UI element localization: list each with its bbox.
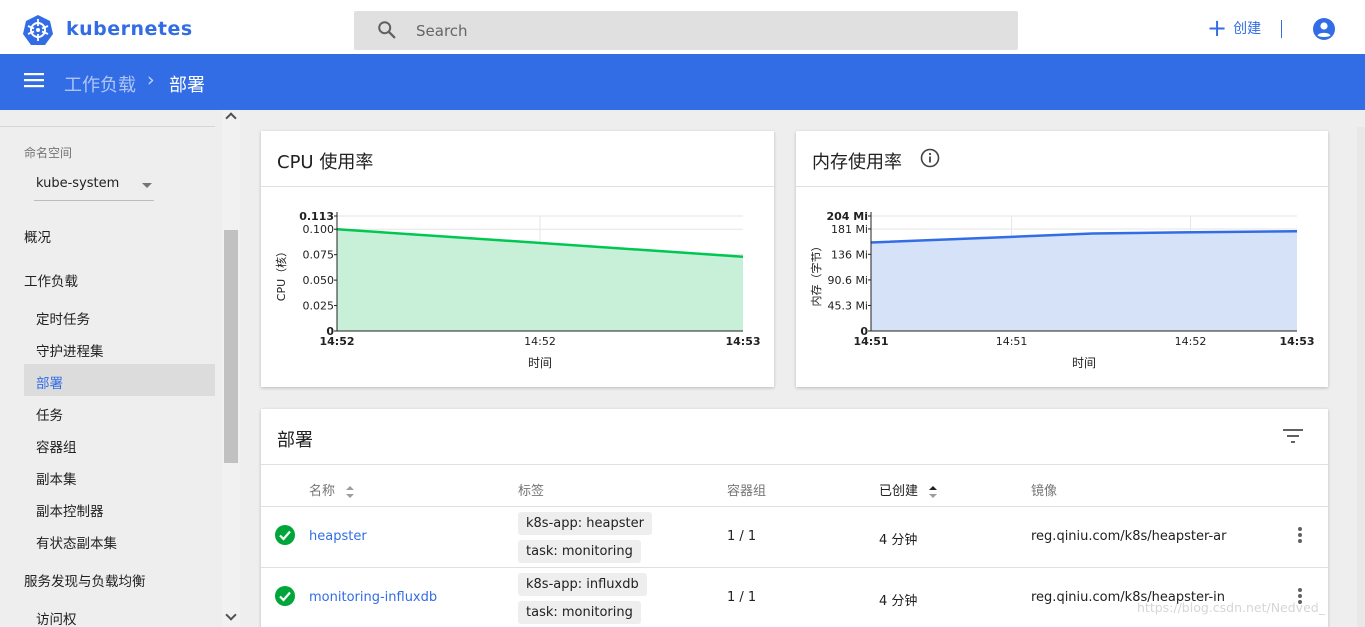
y-tick-label: 0.075 bbox=[303, 249, 335, 262]
x-tick-label: 14:53 bbox=[1279, 335, 1314, 348]
brand-name[interactable]: kubernetes bbox=[66, 18, 193, 40]
column-header-created[interactable]: 已创建 bbox=[879, 480, 938, 499]
sidebar-item-discovery[interactable]: 服务发现与负载均衡 bbox=[24, 570, 146, 590]
deployment-name-link[interactable]: heapster bbox=[309, 529, 367, 544]
filter-icon[interactable] bbox=[1283, 428, 1303, 444]
created-age: 4 分钟 bbox=[879, 533, 918, 548]
breadcrumb-workloads[interactable]: 工作负载 bbox=[64, 71, 136, 97]
sort-icon bbox=[346, 485, 355, 498]
y-tick-label: 181 Mi bbox=[831, 223, 868, 236]
label-chip: task: monitoring bbox=[518, 540, 641, 563]
label-chip: task: monitoring bbox=[518, 601, 641, 624]
sort-icon bbox=[929, 485, 938, 498]
x-axis-label: 时间 bbox=[528, 356, 552, 370]
namespace-label: 命名空间 bbox=[24, 146, 73, 160]
memory-usage-card: 内存使用率 0 45.3 Mi 90.6 Mi 136 Mi 181 Mi 204 Mi 1… bbox=[796, 131, 1328, 387]
sidebar: 命名空间 kube-system 概况 工作负载 定时任务 守护进程集 部署 任… bbox=[0, 110, 222, 627]
scroll-down-icon[interactable] bbox=[225, 609, 237, 621]
cpu-usage-card: CPU 使用率 0 0.025 0.050 0.075 0.100 0.113 14:52 1… bbox=[261, 131, 774, 387]
search-icon bbox=[378, 21, 396, 39]
divider bbox=[0, 126, 215, 127]
sidebar-item-replication-controllers[interactable]: 副本控制器 bbox=[36, 500, 104, 520]
column-header-name[interactable]: 名称 bbox=[309, 480, 355, 499]
header-bar: 工作负载 › 部署 bbox=[0, 54, 1365, 110]
sidebar-item-replicasets[interactable]: 副本集 bbox=[36, 468, 77, 488]
search-bar[interactable] bbox=[354, 11, 1018, 50]
card-title: CPU 使用率 bbox=[277, 152, 374, 173]
column-header-images: 镜像 bbox=[1031, 484, 1058, 499]
label-chip: k8s-app: heapster bbox=[518, 512, 652, 535]
pods-count: 1 / 1 bbox=[727, 590, 757, 605]
sidebar-scrollbar[interactable] bbox=[222, 110, 240, 627]
sidebar-item-access[interactable]: 访问权 bbox=[36, 608, 77, 627]
scroll-up-icon[interactable] bbox=[225, 112, 237, 124]
sidebar-item-deployments[interactable]: 部署 bbox=[36, 372, 63, 392]
y-axis-label: 内存（字节） bbox=[809, 241, 823, 307]
x-tick-label: 14:52 bbox=[1175, 335, 1207, 348]
divider bbox=[261, 567, 1328, 568]
watermark: https://blog.csdn.net/Nedved_ bbox=[1137, 600, 1325, 615]
check-circle-icon bbox=[275, 525, 295, 545]
divider bbox=[261, 506, 1328, 507]
pods-count: 1 / 1 bbox=[727, 529, 757, 544]
divider bbox=[261, 464, 1328, 465]
page-scrollbar[interactable] bbox=[1357, 127, 1365, 627]
plus-icon: + bbox=[1207, 14, 1228, 42]
y-tick-label: 136 Mi bbox=[831, 248, 868, 261]
y-tick-label: 0.100 bbox=[303, 223, 335, 236]
chevron-right-icon: › bbox=[147, 69, 155, 91]
menu-icon[interactable] bbox=[24, 72, 44, 88]
y-axis-label: CPU（核） bbox=[274, 246, 288, 301]
x-tick-label: 14:51 bbox=[996, 335, 1028, 348]
column-header-pods: 容器组 bbox=[727, 484, 767, 499]
area-fill bbox=[871, 231, 1297, 331]
sidebar-item-statefulsets[interactable]: 有状态副本集 bbox=[36, 532, 117, 552]
x-tick-label: 14:52 bbox=[319, 335, 354, 348]
created-age: 4 分钟 bbox=[879, 594, 918, 609]
deployment-name-link[interactable]: monitoring-influxdb bbox=[309, 590, 437, 605]
search-input[interactable] bbox=[416, 11, 996, 50]
create-button[interactable]: + 创建 bbox=[1207, 14, 1261, 42]
page-title: 部署 bbox=[169, 75, 205, 96]
y-tick-label: 0.113 bbox=[299, 210, 334, 223]
x-tick-label: 14:53 bbox=[725, 335, 760, 348]
y-tick-label: 45.3 Mi bbox=[827, 299, 868, 312]
y-tick-label: 0.050 bbox=[303, 274, 335, 287]
more-vert-icon[interactable] bbox=[1297, 527, 1303, 545]
create-label: 创建 bbox=[1233, 21, 1262, 37]
caret-down-icon bbox=[142, 183, 152, 188]
y-tick-label: 90.6 Mi bbox=[827, 274, 868, 287]
y-tick-label: 204 Mi bbox=[826, 210, 868, 223]
card-title: 内存使用率 bbox=[812, 152, 902, 173]
account-icon[interactable] bbox=[1312, 17, 1336, 41]
column-header-label: 名称 bbox=[309, 484, 336, 499]
area-fill bbox=[337, 229, 743, 331]
memory-chart: 045.3 Mi90.6 Mi136 Mi181 Mi204 Mi14:51 14… bbox=[809, 210, 1315, 370]
divider bbox=[1281, 20, 1282, 38]
scroll-thumb[interactable] bbox=[224, 230, 238, 463]
kubernetes-logo-icon[interactable] bbox=[22, 14, 54, 46]
deployments-card: 部署 名称 标签 容器组 已创建 镜像 heapster k8s-app: he… bbox=[261, 409, 1328, 627]
label-chip: k8s-app: influxdb bbox=[518, 573, 647, 596]
table-title: 部署 bbox=[277, 430, 313, 451]
cpu-chart: 00.0250.0500.0750.1000.11314:52 14:52 14:5… bbox=[274, 210, 761, 370]
sidebar-item-workloads[interactable]: 工作负载 bbox=[24, 270, 78, 290]
sidebar-item-overview[interactable]: 概况 bbox=[24, 226, 51, 246]
x-tick-label: 14:51 bbox=[853, 335, 888, 348]
sidebar-item-cronjobs[interactable]: 定时任务 bbox=[36, 308, 90, 328]
x-axis-label: 时间 bbox=[1072, 356, 1096, 370]
y-tick-label: 0.025 bbox=[303, 300, 335, 313]
sidebar-item-jobs[interactable]: 任务 bbox=[36, 404, 63, 424]
top-bar: kubernetes + 创建 bbox=[0, 0, 1365, 54]
column-header-labels: 标签 bbox=[518, 484, 545, 499]
info-icon[interactable] bbox=[920, 148, 940, 168]
x-tick-label: 14:52 bbox=[524, 335, 556, 348]
sidebar-item-daemonsets[interactable]: 守护进程集 bbox=[36, 340, 104, 360]
namespace-value: kube-system bbox=[36, 176, 120, 191]
namespace-select[interactable]: kube-system bbox=[34, 172, 154, 201]
column-header-label: 已创建 bbox=[879, 484, 919, 499]
check-circle-icon bbox=[275, 586, 295, 606]
sidebar-item-pods[interactable]: 容器组 bbox=[36, 436, 77, 456]
image-name: reg.qiniu.com/k8s/heapster-ar bbox=[1031, 529, 1227, 544]
